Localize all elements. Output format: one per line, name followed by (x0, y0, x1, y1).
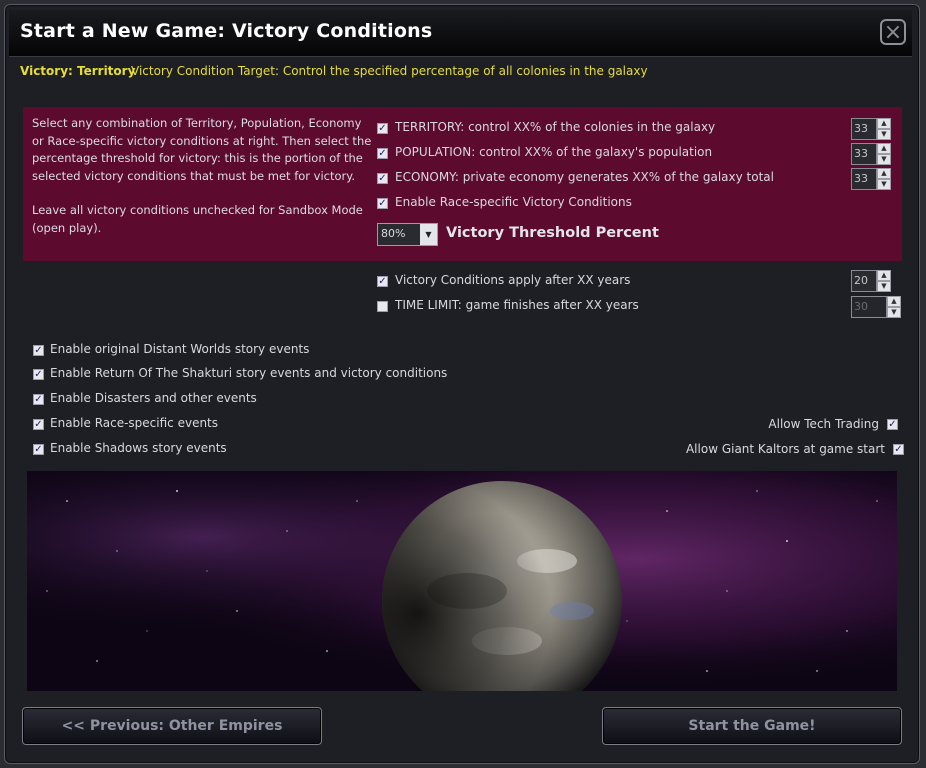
previous-button[interactable]: << Previous: Other Empires (22, 707, 322, 745)
time-limit-label: TIME LIMIT: game finishes after XX years (395, 298, 639, 312)
tech-trading-checkbox[interactable]: ✓ (887, 419, 898, 430)
population-stepper[interactable]: 33 ▲ ▼ (851, 143, 891, 165)
threshold-label: Victory Threshold Percent (446, 225, 659, 241)
planet-illustration (27, 471, 897, 691)
time-limit-checkbox[interactable]: ✓ (377, 301, 388, 312)
economy-stepper[interactable]: 33 ▲ ▼ (851, 168, 891, 190)
close-button[interactable]: × (880, 19, 906, 45)
economy-value[interactable]: 33 (851, 168, 877, 190)
apply-after-checkbox[interactable]: ✓ (377, 276, 388, 287)
stepper-up-icon[interactable]: ▲ (877, 168, 891, 179)
apply-after-label: Victory Conditions apply after XX years (395, 273, 631, 287)
stepper-down-icon[interactable]: ▼ (887, 307, 901, 318)
giant-kaltors-label: Allow Giant Kaltors at game start (685, 442, 885, 456)
original-events-checkbox[interactable]: ✓ (33, 345, 44, 356)
population-checkbox[interactable]: ✓ (377, 148, 388, 159)
time-limit-stepper[interactable]: 30 ▲ ▼ (851, 296, 901, 318)
shakturi-events-label: Enable Return Of The Shakturi story even… (50, 366, 448, 380)
victory-type-label: Victory: Territory (20, 64, 136, 78)
chevron-down-icon[interactable]: ▼ (420, 224, 437, 245)
stepper-down-icon[interactable]: ▼ (877, 154, 891, 165)
economy-checkbox[interactable]: ✓ (377, 173, 388, 184)
race-events-checkbox[interactable]: ✓ (33, 419, 44, 430)
start-game-button[interactable]: Start the Game! (602, 707, 902, 745)
population-label: POPULATION: control XX% of the galaxy's … (395, 145, 713, 159)
race-victory-label: Enable Race-specific Victory Conditions (395, 195, 632, 209)
instructions-paragraph: Leave all victory conditions unchecked f… (32, 203, 363, 235)
giant-kaltors-checkbox[interactable]: ✓ (893, 444, 904, 455)
race-victory-checkbox[interactable]: ✓ (377, 198, 388, 209)
stepper-down-icon[interactable]: ▼ (877, 179, 891, 190)
territory-label: TERRITORY: control XX% of the colonies i… (395, 120, 716, 134)
stepper-down-icon[interactable]: ▼ (877, 129, 891, 140)
tech-trading-label: Allow Tech Trading (768, 417, 879, 431)
territory-stepper[interactable]: 33 ▲ ▼ (851, 118, 891, 140)
stepper-up-icon[interactable]: ▲ (877, 270, 891, 281)
stepper-up-icon[interactable]: ▲ (877, 143, 891, 154)
disasters-checkbox[interactable]: ✓ (33, 394, 44, 405)
stepper-up-icon[interactable]: ▲ (887, 296, 901, 307)
population-value[interactable]: 33 (851, 143, 877, 165)
original-events-label: Enable original Distant Worlds story eve… (50, 342, 310, 356)
victory-target-description: Victory Condition Target: Control the sp… (131, 64, 648, 78)
close-icon: × (883, 20, 903, 45)
planet-image (27, 471, 897, 691)
race-events-label: Enable Race-specific events (50, 416, 219, 430)
territory-value[interactable]: 33 (851, 118, 877, 140)
disasters-label: Enable Disasters and other events (50, 391, 257, 405)
threshold-value: 80% (381, 227, 406, 240)
stepper-down-icon[interactable]: ▼ (877, 281, 891, 292)
dialog-title: Start a New Game: Victory Conditions (20, 20, 433, 42)
threshold-dropdown[interactable]: 80% ▼ (377, 223, 438, 246)
apply-after-stepper[interactable]: 20 ▲ ▼ (851, 270, 891, 292)
shadows-events-label: Enable Shadows story events (50, 441, 227, 455)
stepper-up-icon[interactable]: ▲ (877, 118, 891, 129)
time-limit-value[interactable]: 30 (851, 296, 887, 318)
shakturi-events-checkbox[interactable]: ✓ (33, 369, 44, 380)
instructions-paragraph: Select any combination of Territory, Pop… (32, 116, 372, 183)
territory-checkbox[interactable]: ✓ (377, 123, 388, 134)
economy-label: ECONOMY: private economy generates XX% o… (395, 170, 774, 184)
shadows-events-checkbox[interactable]: ✓ (33, 444, 44, 455)
title-bar: Start a New Game: Victory Conditions (9, 10, 912, 57)
apply-after-value[interactable]: 20 (851, 270, 877, 292)
instructions-text: Select any combination of Territory, Pop… (32, 115, 372, 254)
